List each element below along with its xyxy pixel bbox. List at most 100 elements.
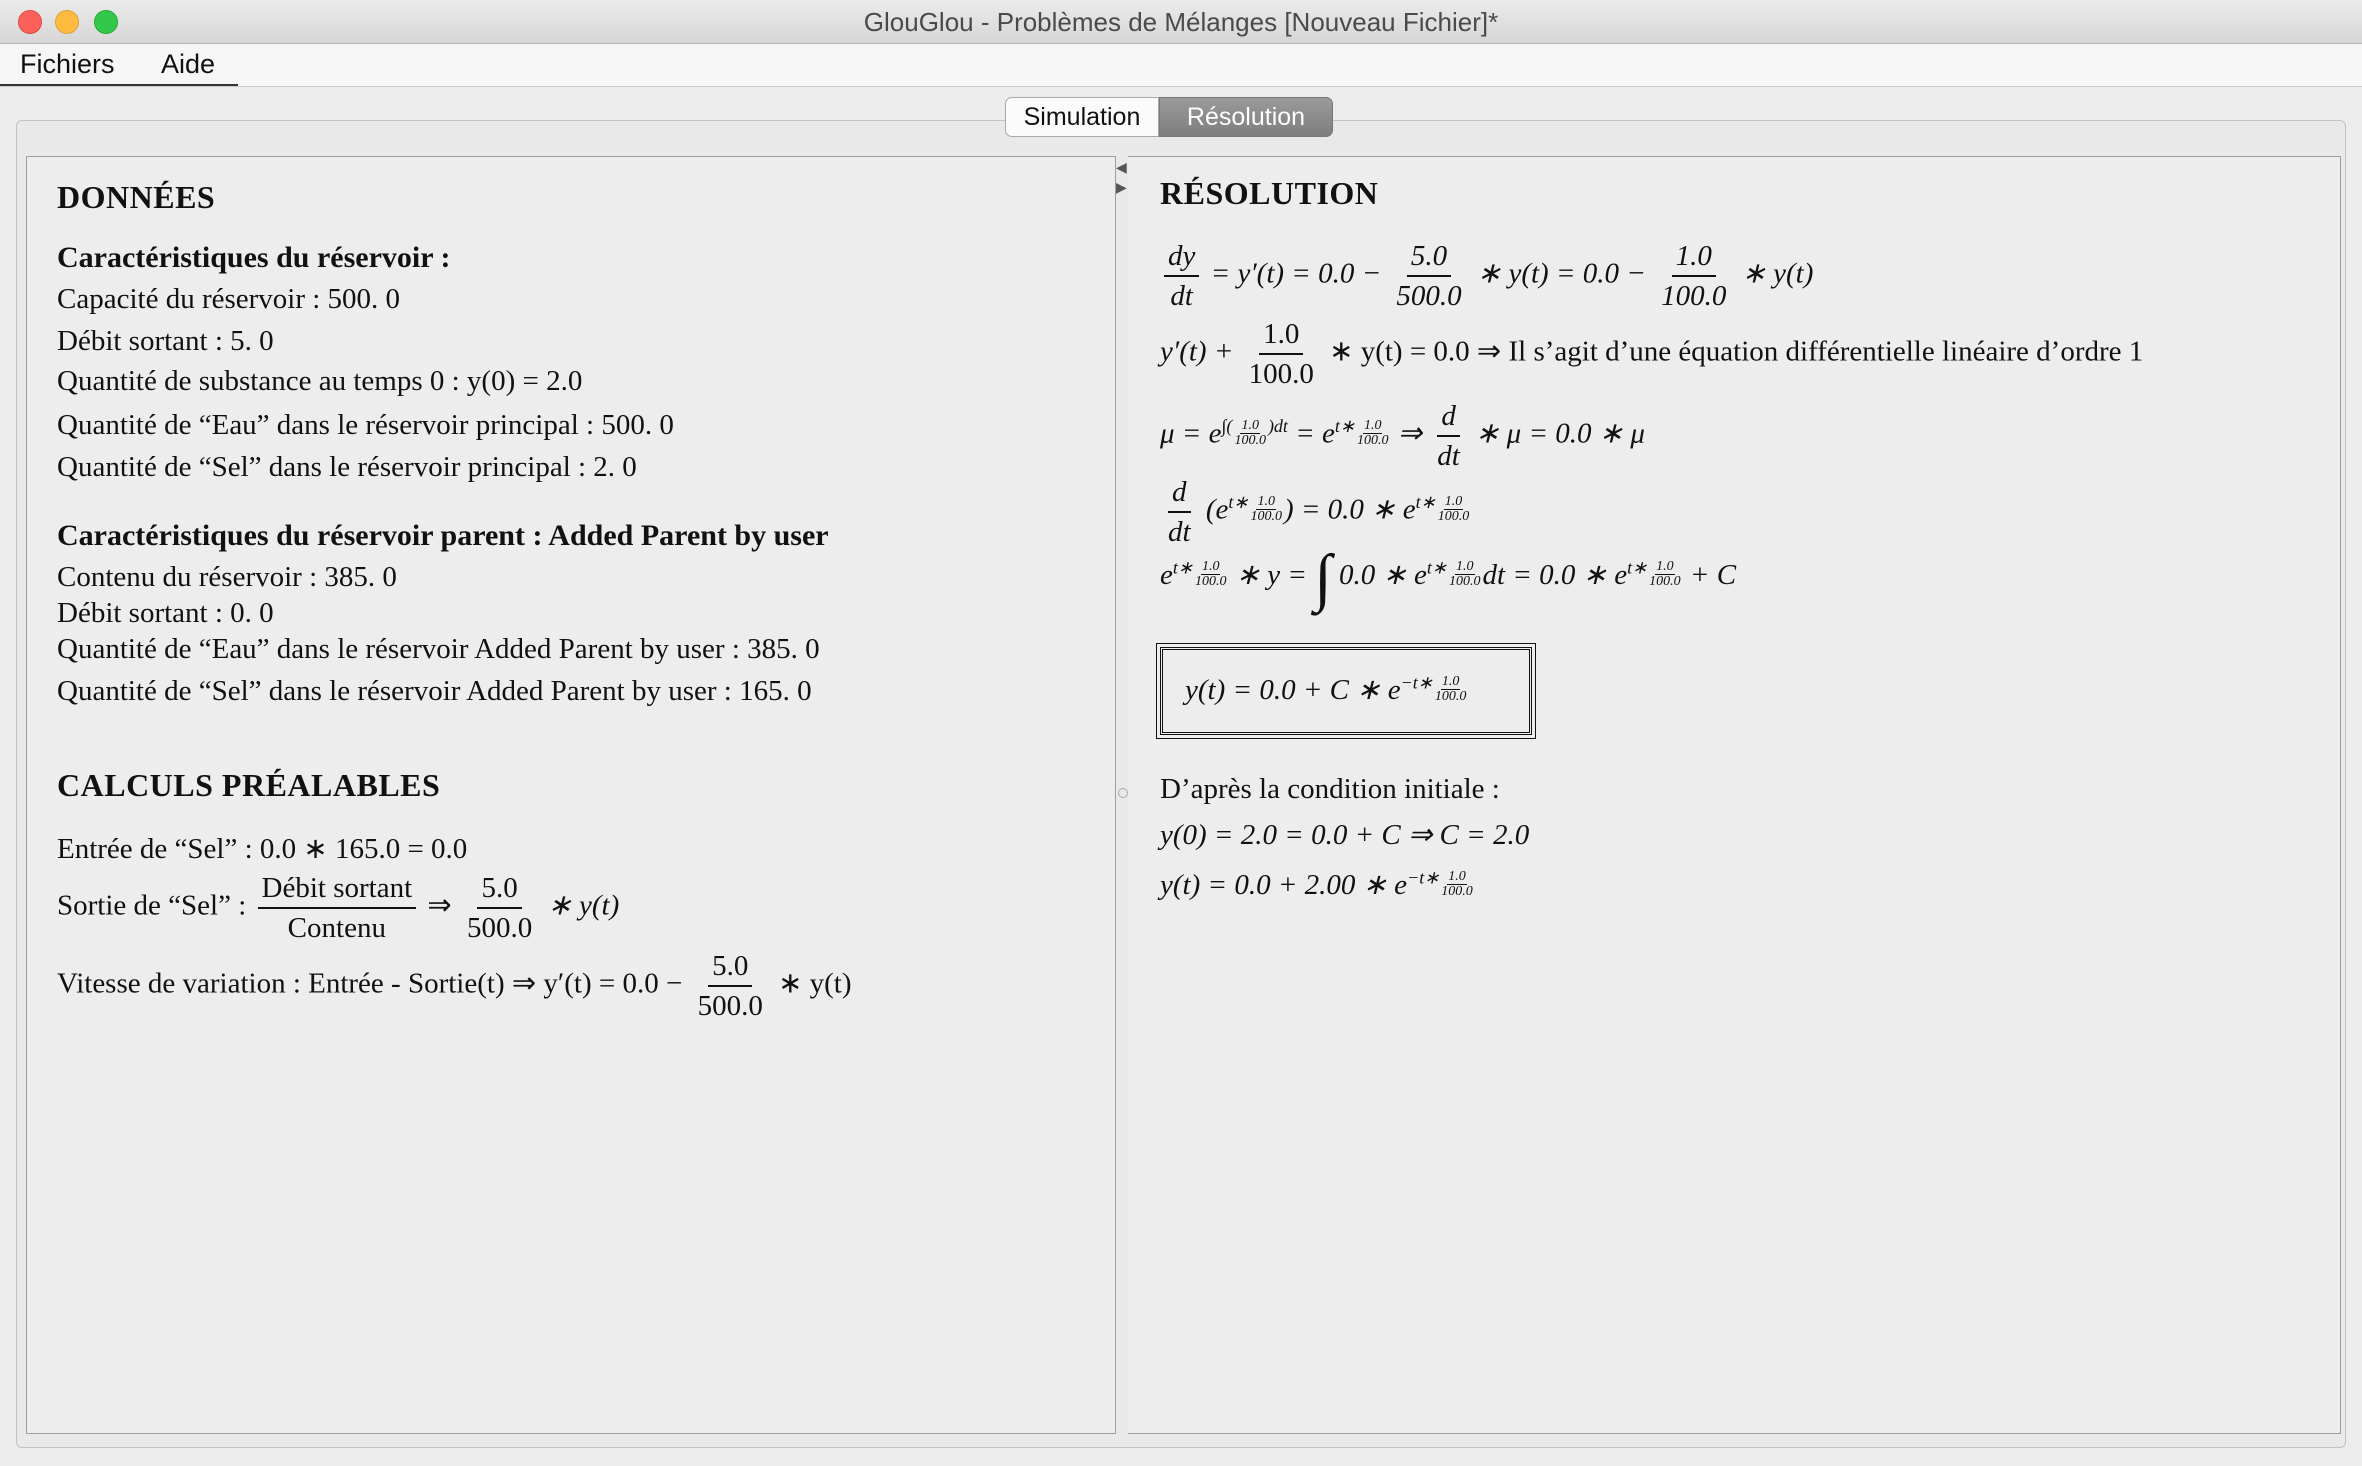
rate-label: Vitesse de variation : Entrée - Sortie(t… bbox=[57, 967, 683, 1000]
eq5-sup3: t∗ bbox=[1627, 557, 1648, 578]
salt-main-line: Quantité de “Sel” dans le réservoir prin… bbox=[57, 451, 637, 483]
equation-5: et∗ 1.0 100.0 ∗ y = ∫ 0.0 ∗ et∗ 1.0 100.0 dt … bbox=[1160, 545, 1737, 609]
eq5-e: + C bbox=[1689, 559, 1737, 591]
final-sup: −t∗ bbox=[1407, 867, 1440, 888]
salt-exit-label: Sortie de “Sel” : bbox=[57, 889, 247, 922]
solution-mini-num: 1.0 bbox=[1440, 674, 1461, 690]
eq4-a: (e bbox=[1205, 493, 1229, 526]
eq3-mini-den: 100.0 bbox=[1234, 432, 1266, 448]
window-title: GlouGlou - Problèmes de Mélanges [Nouvea… bbox=[863, 7, 1499, 37]
eq5-sup2: t∗ bbox=[1426, 557, 1448, 578]
eq3-sup2: )dt bbox=[1267, 416, 1288, 436]
eq2-head: y′(t) + bbox=[1160, 335, 1234, 368]
eq4-mini-num: 1.0 bbox=[1256, 493, 1276, 510]
eq4-d: d bbox=[1168, 473, 1191, 513]
eq3-sup1: ∫( bbox=[1221, 416, 1233, 436]
eq1-mid2: ∗ y(t) = 0.0 − bbox=[1476, 257, 1646, 290]
splitter-grip-icon[interactable] bbox=[1118, 788, 1128, 798]
eq4-mini2-den: 100.0 bbox=[1437, 508, 1470, 524]
eq2-den: 100.0 bbox=[1248, 358, 1314, 390]
exit-numerator: Débit sortant bbox=[257, 869, 417, 909]
eq1-dt: dt bbox=[1170, 280, 1193, 312]
eq1-dy: dy bbox=[1164, 237, 1200, 277]
menu-fichiers[interactable]: Fichiers bbox=[18, 49, 117, 80]
parent-outflow-line: Débit sortant : 0. 0 bbox=[57, 597, 274, 629]
equation-4: d dt (et∗ 1.0 100.0) = 0.0 ∗ et∗ 1.0 100.0 bbox=[1160, 473, 1471, 551]
equation-1: dy dt = y′(t) = 0.0 − 5.0 500.0 ∗ y(t) = 0… bbox=[1160, 237, 1813, 315]
exit-tail: ∗ y(t) bbox=[547, 889, 620, 922]
general-solution-box: y(t) = 0.0 + C ∗ e−t∗ 1.0 100.0 bbox=[1156, 643, 1536, 739]
exit-fraction: Débit sortant Contenu bbox=[257, 869, 417, 947]
eq1-c-den: 100.0 bbox=[1661, 280, 1727, 312]
eq4-mini-den: 100.0 bbox=[1250, 508, 1282, 524]
parent-salt-line: Quantité de “Sel” dans le réservoir Adde… bbox=[57, 675, 812, 707]
eq5-sup: t∗ bbox=[1172, 557, 1193, 578]
exit-rate-numerator: 5.0 bbox=[477, 869, 522, 909]
salt-exit-line: Sortie de “Sel” : Débit sortant Contenu … bbox=[57, 869, 619, 947]
eq3-arrow: ⇒ bbox=[1397, 417, 1423, 450]
eq1-b-den: 500.0 bbox=[1396, 280, 1462, 312]
capacity-line: Capacité du réservoir : 500. 0 bbox=[57, 283, 401, 315]
eq1-c-num: 1.0 bbox=[1671, 237, 1716, 277]
eq1-mid: = y′(t) = 0.0 − bbox=[1210, 257, 1382, 290]
collapse-right-arrow-icon[interactable]: ▶ bbox=[1116, 180, 1127, 196]
eq5-mini3-den: 100.0 bbox=[1649, 574, 1681, 589]
exit-arrow: ⇒ bbox=[427, 889, 452, 922]
eq4-dt: dt bbox=[1168, 516, 1191, 548]
exit-denominator: Contenu bbox=[287, 912, 386, 944]
eq5-mini-den: 100.0 bbox=[1194, 574, 1227, 589]
outflow-line: Débit sortant : 5. 0 bbox=[57, 325, 274, 357]
rate-tail: ∗ y(t) bbox=[778, 967, 852, 1000]
salt-entry-line: Entrée de “Sel” : 0.0 ∗ 165.0 = 0.0 bbox=[57, 833, 468, 865]
final-text: y(t) = 0.0 + 2.00 ∗ e bbox=[1160, 869, 1408, 901]
equation-3: μ = e∫(1.0 100.0)dt = et∗ 1.0 100.0 ⇒ d dt ∗… bbox=[1160, 397, 1645, 475]
eq3-mini-num: 1.0 bbox=[1240, 417, 1260, 434]
resolution-panel: RÉSOLUTION dy dt = y′(t) = 0.0 − 5.0 500.0… bbox=[1128, 156, 2341, 1434]
resolution-heading: RÉSOLUTION bbox=[1160, 175, 1379, 211]
integral-sign: ∫ bbox=[1314, 541, 1332, 613]
water-main-line: Quantité de “Eau” dans le réservoir prin… bbox=[57, 409, 674, 441]
eq1-tail: ∗ y(t) bbox=[1741, 257, 1814, 290]
menu-bar: Fichiers Aide bbox=[0, 44, 2362, 87]
tank-heading: Caractéristiques du réservoir : bbox=[57, 241, 451, 274]
final-mini-num: 1.0 bbox=[1447, 869, 1467, 885]
eq3-mid: = e bbox=[1295, 417, 1335, 450]
eq3-head: μ = e bbox=[1160, 417, 1222, 450]
tab-resolution[interactable]: Résolution bbox=[1159, 97, 1333, 137]
parent-content-line: Contenu du réservoir : 385. 0 bbox=[57, 561, 397, 593]
parent-heading: Caractéristiques du réservoir parent : A… bbox=[57, 519, 829, 552]
eq2-num: 1.0 bbox=[1259, 315, 1304, 355]
rate-line: Vitesse de variation : Entrée - Sortie(t… bbox=[57, 947, 852, 1025]
final-solution: y(t) = 0.0 + 2.00 ∗ e−t∗ 1.0 100.0 bbox=[1160, 867, 1475, 902]
collapse-left-arrow-icon[interactable]: ◀ bbox=[1116, 160, 1127, 176]
eq3-dt: dt bbox=[1437, 440, 1460, 472]
tab-simulation[interactable]: Simulation bbox=[1005, 97, 1159, 137]
eq3-d: d bbox=[1437, 397, 1460, 437]
eq3-tail: ∗ μ = 0.0 ∗ μ bbox=[1475, 417, 1645, 450]
donnees-panel: DONNÉES Caractéristiques du réservoir : … bbox=[26, 156, 1116, 1434]
eq4-sup: t∗ bbox=[1228, 492, 1249, 512]
menu-underline bbox=[0, 84, 238, 86]
solution-text: y(t) = 0.0 + C ∗ e bbox=[1185, 674, 1401, 706]
eq5-mini2-den: 100.0 bbox=[1449, 574, 1481, 589]
eq5-d: dt = 0.0 ∗ e bbox=[1482, 559, 1628, 591]
parent-water-line: Quantité de “Eau” dans le réservoir Adde… bbox=[57, 633, 820, 665]
substance-t0-line: Quantité de substance au temps 0 : y(0) … bbox=[57, 365, 583, 397]
initial-condition-equation: y(0) = 2.0 = 0.0 + C ⇒ C = 2.0 bbox=[1160, 819, 1530, 851]
menu-aide[interactable]: Aide bbox=[159, 49, 217, 80]
eq5-c: 0.0 ∗ e bbox=[1339, 559, 1427, 591]
initial-condition-label: D’après la condition initiale : bbox=[1160, 773, 1500, 805]
exit-rate-denominator: 500.0 bbox=[466, 912, 533, 944]
eq4-sup2: t∗ bbox=[1415, 492, 1436, 512]
eq5-b: ∗ y = bbox=[1235, 559, 1307, 591]
final-mini-den: 100.0 bbox=[1441, 884, 1473, 899]
eq3-mini2-den: 100.0 bbox=[1356, 432, 1389, 448]
rate-fraction: 5.0 500.0 bbox=[694, 947, 767, 1025]
rate-denominator: 500.0 bbox=[697, 990, 763, 1022]
eq5-mini3-num: 1.0 bbox=[1655, 559, 1675, 575]
donnees-heading: DONNÉES bbox=[57, 179, 216, 215]
eq4-mini2-num: 1.0 bbox=[1443, 493, 1464, 510]
eq1-b-num: 5.0 bbox=[1406, 237, 1452, 277]
calculs-heading: CALCULS PRÉALABLES bbox=[57, 767, 441, 803]
title-bar: GlouGlou - Problèmes de Mélanges [Nouvea… bbox=[0, 0, 2362, 44]
